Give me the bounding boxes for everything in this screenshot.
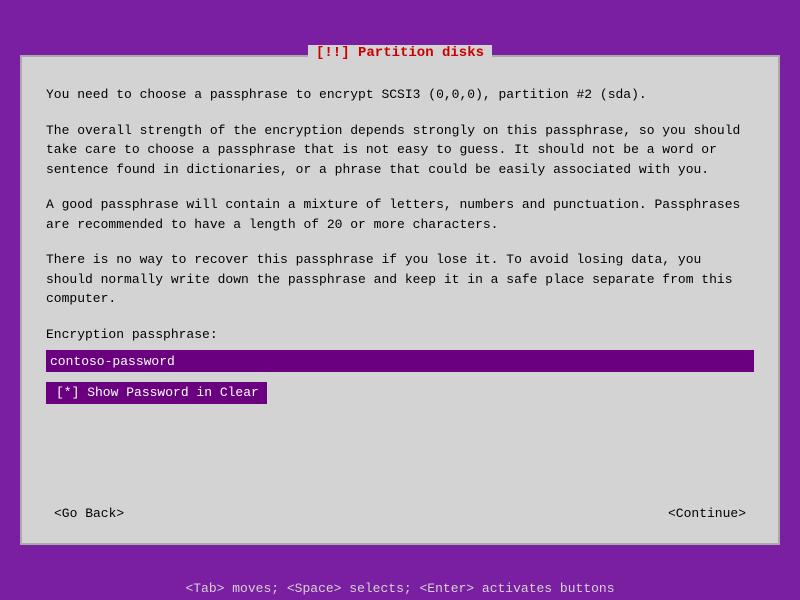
continue-button[interactable]: <Continue> bbox=[660, 504, 754, 523]
paragraph4: There is no way to recover this passphra… bbox=[46, 250, 754, 309]
go-back-button[interactable]: <Go Back> bbox=[46, 504, 132, 523]
paragraph3: A good passphrase will contain a mixture… bbox=[46, 195, 754, 234]
passphrase-input-row bbox=[46, 350, 754, 372]
paragraph1: You need to choose a passphrase to encry… bbox=[46, 85, 754, 105]
dialog-title: [!!] Partition disks bbox=[308, 45, 492, 61]
show-password-label: [*] Show Password in Clear bbox=[56, 383, 259, 403]
passphrase-input[interactable] bbox=[46, 350, 754, 372]
show-password-checkbox[interactable]: [*] Show Password in Clear bbox=[46, 382, 267, 404]
content-area: You need to choose a passphrase to encry… bbox=[22, 57, 778, 504]
paragraph2: The overall strength of the encryption d… bbox=[46, 121, 754, 180]
button-row: <Go Back> <Continue> bbox=[22, 504, 778, 543]
dialog-box: [!!] Partition disks You need to choose … bbox=[20, 55, 780, 545]
passphrase-label: Encryption passphrase: bbox=[46, 325, 754, 345]
status-bar: <Tab> moves; <Space> selects; <Enter> ac… bbox=[0, 577, 800, 600]
